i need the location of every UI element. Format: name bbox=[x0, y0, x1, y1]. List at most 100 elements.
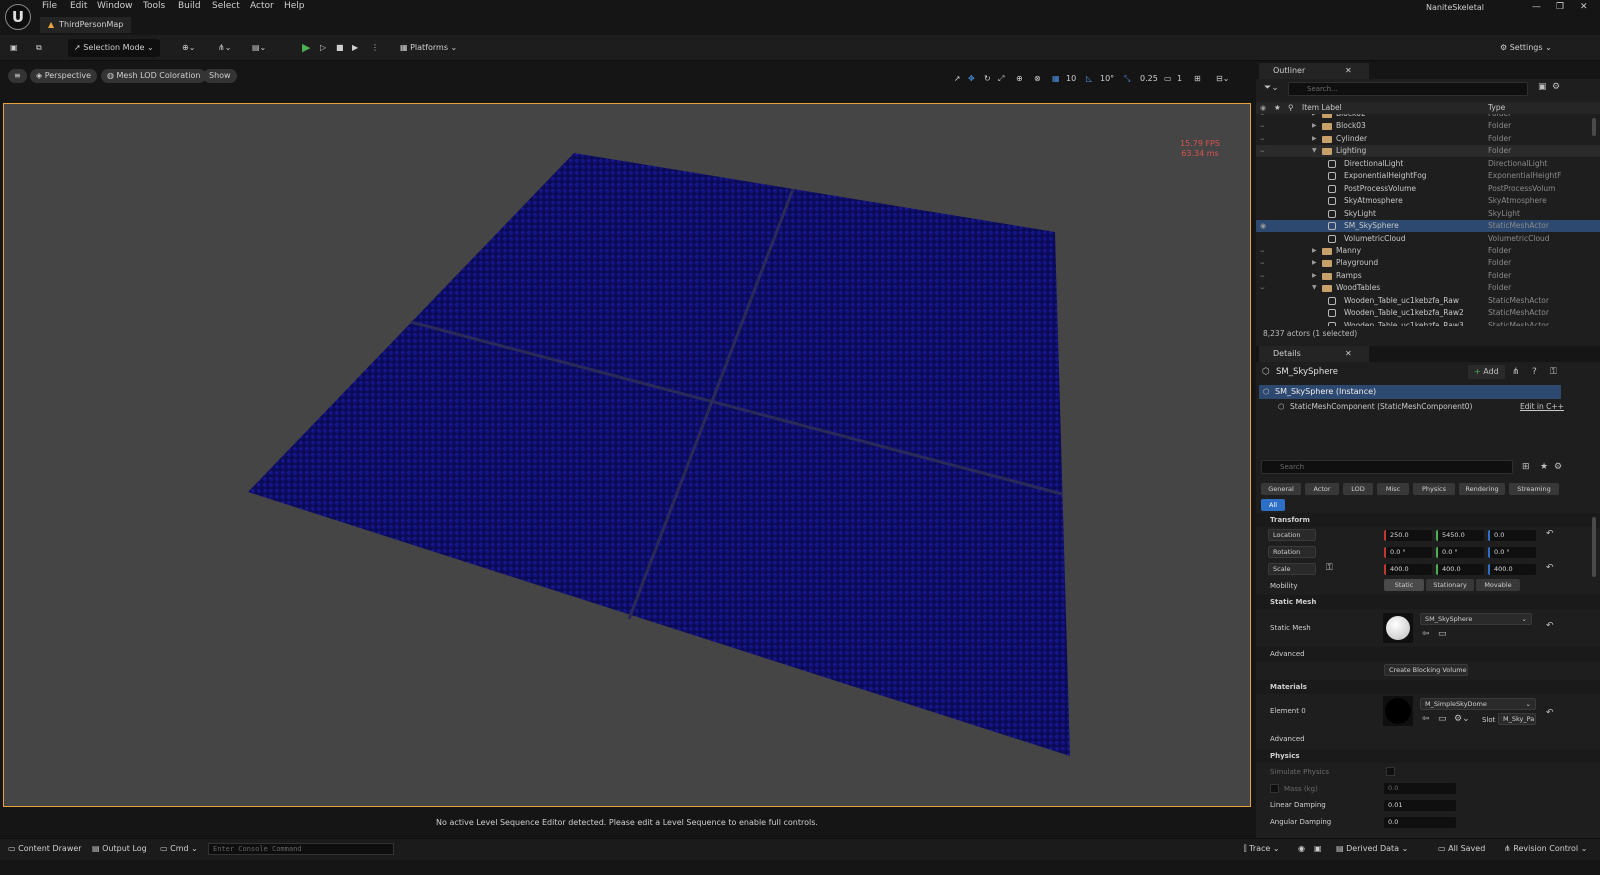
perspective-button[interactable]: ◈ Perspective bbox=[30, 69, 98, 83]
outliner-folder-row[interactable]: ⌣ ▶ Cylinder Folder bbox=[1256, 133, 1600, 145]
step-icon[interactable]: ▷ bbox=[320, 39, 326, 57]
outliner-actor-row[interactable]: PostProcessVolume PostProcessVolum bbox=[1256, 183, 1600, 195]
outliner-folder-row[interactable]: ⌣ ▼ Lighting Folder bbox=[1256, 145, 1600, 158]
visibility-icon[interactable]: ⌣ bbox=[1260, 145, 1265, 157]
all-saved-button[interactable]: ▭ All Saved bbox=[1438, 844, 1485, 853]
cmd-dropdown[interactable]: ▭ Cmd ⌄ bbox=[160, 844, 198, 853]
outliner-scrollbar[interactable] bbox=[1592, 118, 1596, 136]
static-mesh-thumbnail[interactable] bbox=[1383, 613, 1413, 643]
scale-tool-icon[interactable]: ⤢ bbox=[998, 70, 1004, 88]
blueprint-convert-icon[interactable]: ⋔ bbox=[1512, 367, 1520, 377]
browse-asset-icon[interactable]: ▭ bbox=[1438, 629, 1447, 639]
details-settings-icon[interactable]: ⚙ bbox=[1554, 462, 1562, 472]
mass-checkbox[interactable] bbox=[1270, 784, 1279, 793]
edit-cpp-link[interactable]: Edit in C++ bbox=[1520, 401, 1564, 413]
filter-lod[interactable]: LOD bbox=[1343, 483, 1373, 495]
add-folder-icon[interactable]: ▣ bbox=[1538, 82, 1547, 92]
expand-arrow-icon[interactable]: ▶ bbox=[1312, 120, 1317, 132]
location-x[interactable]: 250.0 bbox=[1384, 530, 1432, 541]
scale-z[interactable]: 400.0 bbox=[1488, 564, 1536, 575]
menu-select[interactable]: Select bbox=[212, 1, 240, 11]
outliner-actor-row[interactable]: SkyLight SkyLight bbox=[1256, 208, 1600, 220]
mobility-stationary[interactable]: Stationary bbox=[1426, 579, 1474, 591]
location-y[interactable]: 5450.0 bbox=[1436, 530, 1484, 541]
record-icon[interactable]: ◉ bbox=[1298, 844, 1305, 853]
rotate-tool-icon[interactable]: ↻ bbox=[984, 70, 991, 88]
location-dropdown[interactable]: Location bbox=[1268, 529, 1316, 541]
filter-icon[interactable]: ⏷⌄ bbox=[1264, 83, 1279, 93]
advanced-expander-materials[interactable]: Advanced bbox=[1256, 732, 1600, 746]
col-item-label[interactable]: Item Label bbox=[1302, 102, 1342, 114]
outliner-actor-row[interactable]: DirectionalLight DirectionalLight bbox=[1256, 158, 1600, 170]
menu-actor[interactable]: Actor bbox=[250, 1, 274, 11]
menu-build[interactable]: Build bbox=[178, 1, 201, 11]
close-tab-icon[interactable]: ✕ bbox=[1345, 346, 1352, 362]
console-input[interactable]: Enter Console Command bbox=[208, 843, 394, 855]
expand-arrow-icon[interactable]: ▶ bbox=[1312, 257, 1317, 269]
component-row[interactable]: ⬡ StaticMeshComponent (StaticMeshCompone… bbox=[1256, 401, 1600, 413]
outliner-folder-row[interactable]: ⌣ ▶ Manny Folder bbox=[1256, 245, 1600, 257]
component-instance-row[interactable]: ⬡ SM_SkySphere (Instance) bbox=[1259, 385, 1561, 399]
scale-dropdown[interactable]: Scale bbox=[1268, 563, 1316, 575]
details-scrollbar[interactable] bbox=[1592, 517, 1596, 577]
blueprint-icon[interactable]: ⋔⌄ bbox=[218, 39, 231, 57]
save-icon[interactable]: ▣ bbox=[10, 39, 18, 57]
details-search-input[interactable]: Search bbox=[1261, 460, 1513, 474]
reset-icon[interactable]: ↶ bbox=[1546, 708, 1554, 718]
expand-arrow-icon[interactable]: ▶ bbox=[1312, 114, 1317, 120]
map-tab[interactable]: ▲ ThirdPersonMap bbox=[40, 17, 132, 33]
play-options-icon[interactable]: ⋮ bbox=[371, 39, 379, 57]
cinematics-icon[interactable]: ▤⌄ bbox=[252, 39, 266, 57]
expand-arrow-icon[interactable]: ▶ bbox=[1312, 270, 1317, 282]
help-icon[interactable]: ? bbox=[1532, 367, 1537, 377]
reset-icon[interactable]: ↶ bbox=[1546, 621, 1554, 631]
translate-tool-icon[interactable]: ✥ bbox=[968, 70, 975, 88]
outliner-settings-icon[interactable]: ⚙ bbox=[1552, 82, 1560, 92]
minimize-icon[interactable]: — bbox=[1532, 2, 1541, 12]
level-viewport[interactable] bbox=[3, 103, 1251, 807]
browse-asset-icon[interactable]: ▭ bbox=[1438, 714, 1447, 724]
outliner-folder-row[interactable]: ⌣ ▶ Block02 Folder bbox=[1256, 114, 1600, 120]
add-actor-icon[interactable]: ⊕⌄ bbox=[182, 39, 195, 57]
scale-snap-icon[interactable]: ⤡ bbox=[1124, 70, 1130, 88]
scale-lock-icon[interactable]: ⚿ bbox=[1326, 563, 1333, 573]
visibility-icon[interactable]: ⌣ bbox=[1260, 245, 1265, 257]
scale-y[interactable]: 400.0 bbox=[1436, 564, 1484, 575]
scale-snap-value[interactable]: 0.25 bbox=[1140, 70, 1158, 88]
use-selected-icon[interactable]: ⇦ bbox=[1422, 714, 1430, 724]
advanced-expander[interactable]: Advanced bbox=[1256, 647, 1600, 661]
transform-category[interactable]: Transform bbox=[1256, 513, 1600, 527]
filter-rendering[interactable]: Rendering bbox=[1459, 483, 1505, 495]
viewport-menu-icon[interactable]: ≡ bbox=[8, 69, 27, 83]
output-log-button[interactable]: ▤ Output Log bbox=[92, 844, 147, 853]
use-selected-icon[interactable]: ⇦ bbox=[1422, 629, 1430, 639]
filter-actor[interactable]: Actor bbox=[1305, 483, 1339, 495]
rotation-dropdown[interactable]: Rotation bbox=[1268, 546, 1316, 558]
play-icon[interactable]: ▶ bbox=[302, 39, 310, 57]
material-thumbnail[interactable] bbox=[1383, 696, 1413, 726]
grid-view-icon[interactable]: ⊞ bbox=[1522, 462, 1530, 472]
platforms-button[interactable]: ▦ Platforms ⌄ bbox=[400, 39, 457, 57]
maximize-icon[interactable]: ❐ bbox=[1556, 2, 1564, 12]
filter-all[interactable]: All bbox=[1261, 499, 1285, 511]
lock-icon[interactable]: ⚿ bbox=[1550, 367, 1557, 377]
selection-mode-dropdown[interactable]: ➚ Selection Mode ⌄ bbox=[68, 39, 160, 57]
reset-icon[interactable]: ↶ bbox=[1546, 529, 1554, 539]
rotation-z[interactable]: 0.0 ° bbox=[1488, 547, 1536, 558]
visibility-icon[interactable]: ⌣ bbox=[1260, 270, 1265, 282]
angular-damping-input[interactable]: 0.0 bbox=[1384, 817, 1456, 828]
material-dropdown[interactable]: M_SimpleSkyDome ⌄ bbox=[1420, 698, 1536, 710]
slot-dropdown[interactable]: M_Sky_Pa bbox=[1498, 713, 1536, 725]
close-icon[interactable]: ✕ bbox=[1580, 2, 1588, 12]
content-drawer-button[interactable]: ▭ Content Drawer bbox=[8, 844, 82, 853]
expand-arrow-icon[interactable]: ▼ bbox=[1312, 282, 1317, 294]
outliner-actor-row[interactable]: SkyAtmosphere SkyAtmosphere bbox=[1256, 195, 1600, 207]
add-component-button[interactable]: + Add bbox=[1468, 365, 1505, 379]
materials-category[interactable]: Materials bbox=[1256, 680, 1600, 694]
menu-help[interactable]: Help bbox=[284, 1, 305, 11]
location-z[interactable]: 0.0 bbox=[1488, 530, 1536, 541]
show-button[interactable]: Show bbox=[203, 69, 237, 83]
rotation-x[interactable]: 0.0 ° bbox=[1384, 547, 1432, 558]
select-tool-icon[interactable]: ➚ bbox=[954, 70, 961, 88]
tab-outliner[interactable]: Outliner ✕ bbox=[1259, 63, 1369, 79]
